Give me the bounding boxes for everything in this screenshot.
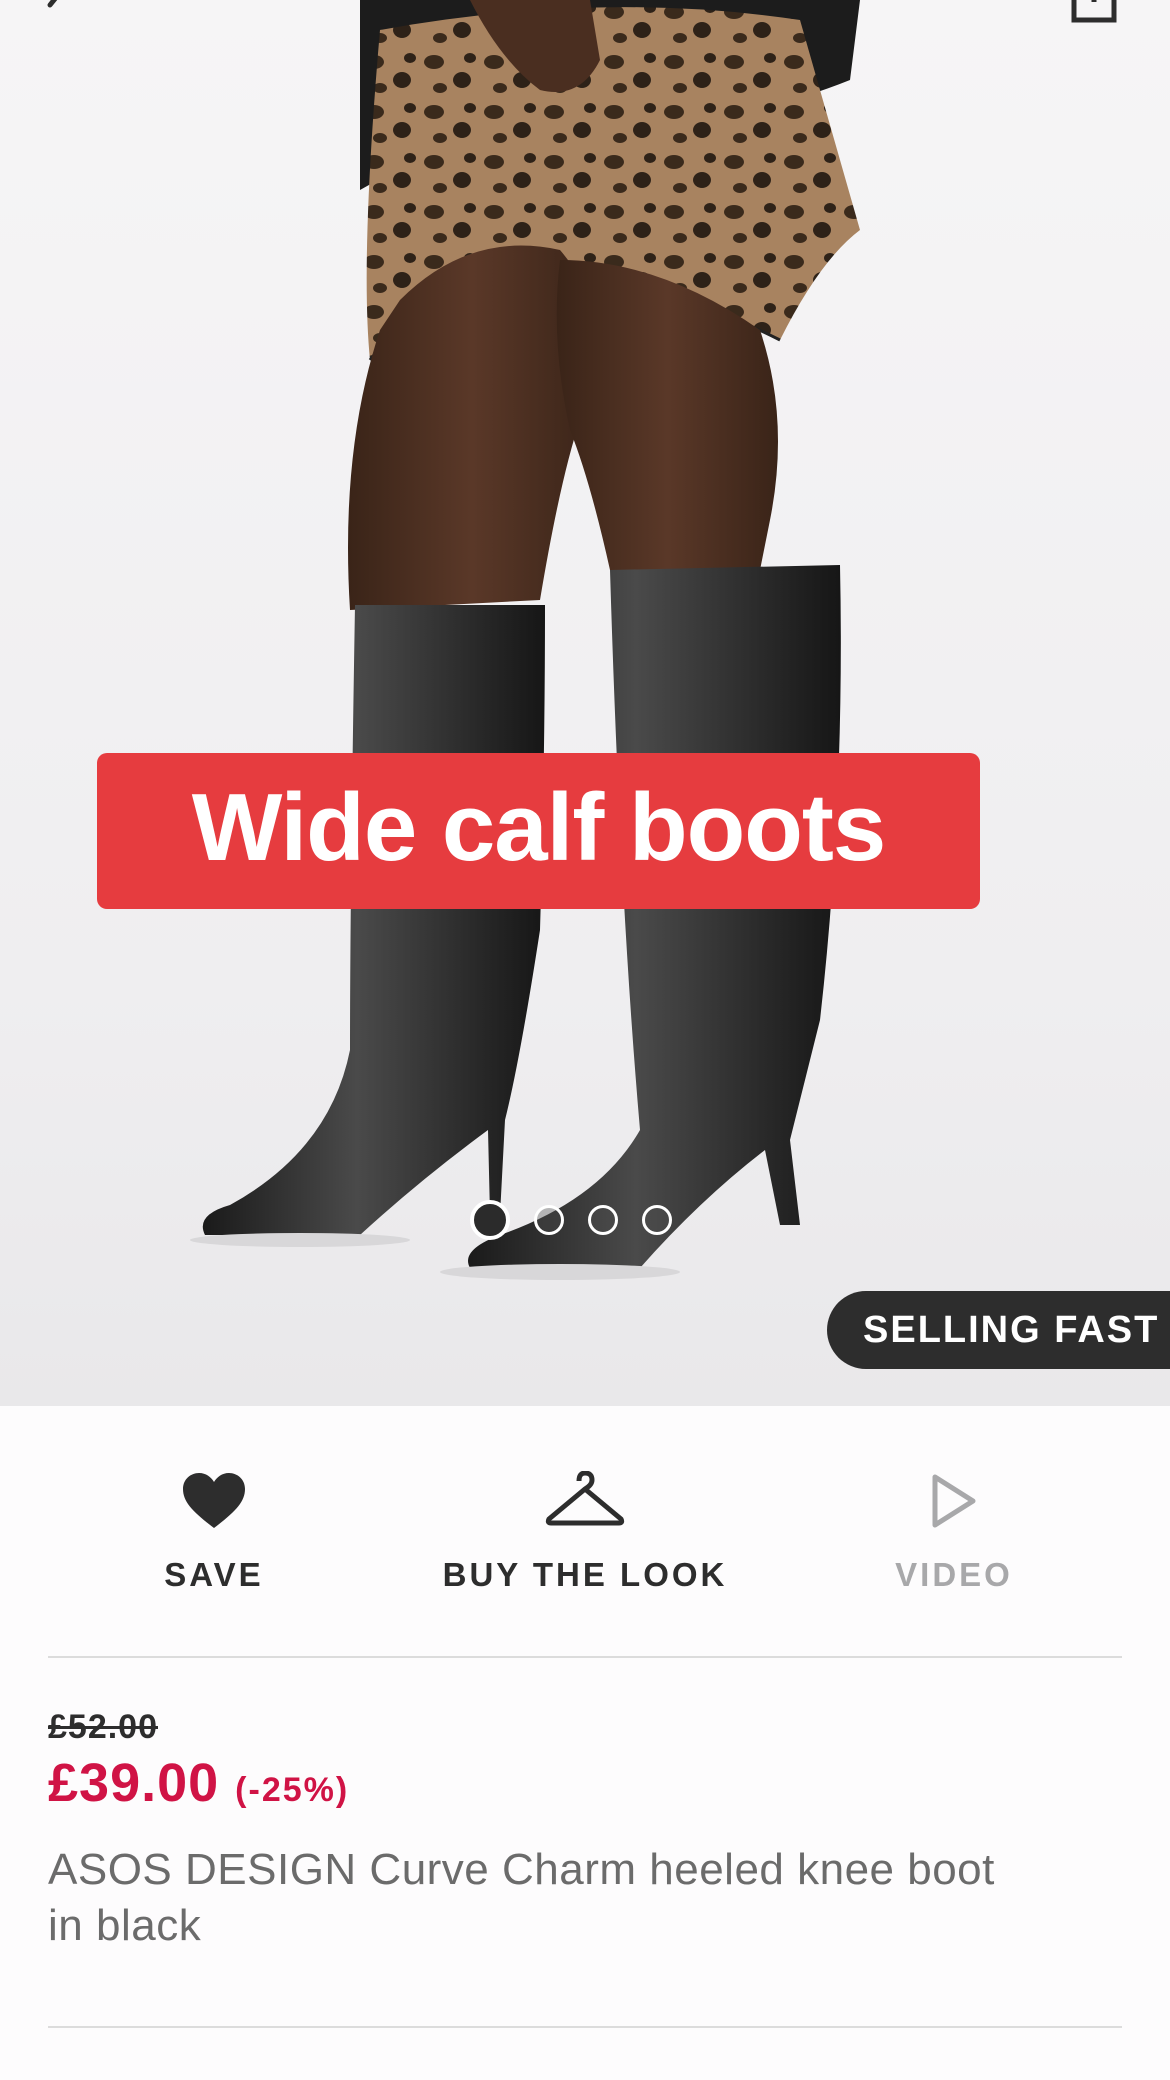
- product-photo: [190, 0, 860, 1280]
- buy-the-look-label: BUY THE LOOK: [442, 1556, 728, 1593]
- hanger-icon: [545, 1471, 625, 1526]
- product-image-carousel[interactable]: Wide calf boots SELLING FAST: [0, 0, 1170, 1406]
- carousel-dot-1[interactable]: [470, 1200, 510, 1240]
- share-icon: [1071, 0, 1117, 23]
- promo-banner-text: Wide calf boots: [191, 774, 887, 881]
- back-arrow-icon: [47, 0, 58, 8]
- save-button[interactable]: SAVE: [34, 1466, 394, 1594]
- carousel-pagination: [470, 1200, 672, 1240]
- carousel-dot-3[interactable]: [588, 1205, 618, 1235]
- buy-the-look-button[interactable]: BUY THE LOOK: [405, 1466, 765, 1594]
- heart-icon: [183, 1473, 245, 1528]
- divider: [48, 1656, 1122, 1658]
- selling-fast-badge: SELLING FAST: [827, 1291, 1170, 1369]
- divider: [48, 2026, 1122, 2028]
- video-button[interactable]: VIDEO: [774, 1466, 1134, 1594]
- share-button[interactable]: [1070, 0, 1120, 26]
- play-icon: [932, 1474, 976, 1528]
- back-button[interactable]: [30, 0, 90, 30]
- carousel-dot-2[interactable]: [534, 1205, 564, 1235]
- carousel-dot-4[interactable]: [642, 1205, 672, 1235]
- price-row: £39.00 (-25%): [48, 1752, 349, 1814]
- save-label: SAVE: [164, 1556, 264, 1593]
- sale-price: £39.00: [48, 1753, 220, 1813]
- product-actions: SAVE BUY THE LOOK VIDEO: [0, 1406, 1170, 1656]
- discount-percent: (-25%): [235, 1771, 350, 1809]
- video-label: VIDEO: [895, 1556, 1013, 1593]
- original-price: £52.00: [48, 1708, 158, 1746]
- selling-fast-label: SELLING FAST: [863, 1308, 1160, 1351]
- promo-banner: Wide calf boots: [97, 753, 980, 909]
- product-title: ASOS DESIGN Curve Charm heeled knee boot…: [48, 1845, 995, 1950]
